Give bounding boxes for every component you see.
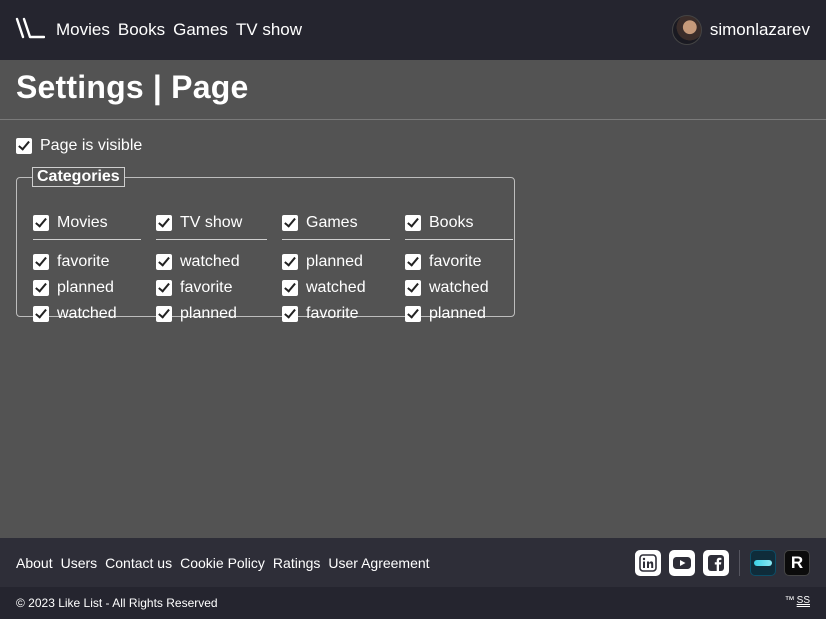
item-checkbox[interactable]	[282, 280, 298, 296]
list-item[interactable]: watched	[282, 275, 366, 301]
item-checkbox[interactable]	[33, 254, 49, 270]
item-checkbox[interactable]	[282, 306, 298, 322]
divider	[405, 239, 513, 240]
page-visible-toggle[interactable]: Page is visible	[16, 137, 142, 155]
item-label: watched	[429, 279, 489, 296]
category-label-books: Books	[429, 214, 474, 231]
categories-legend: Categories	[32, 167, 125, 187]
item-label: favorite	[306, 305, 359, 322]
tv-service-icon[interactable]	[750, 550, 776, 576]
category-column-games: Games planned watched favorite	[282, 214, 390, 322]
category-checkbox-games[interactable]	[282, 215, 298, 231]
list-item[interactable]: watched	[156, 249, 240, 275]
copyright-bar: © 2023 Like List - All Rights Reserved ™…	[0, 587, 826, 619]
category-items-games: planned watched favorite	[282, 249, 366, 327]
category-checkbox-books[interactable]	[405, 215, 421, 231]
item-label: favorite	[429, 253, 482, 270]
r-service-icon[interactable]: R	[784, 550, 810, 576]
footer-link-about[interactable]: About	[16, 555, 53, 571]
category-header-tv-show[interactable]: TV show	[156, 214, 242, 232]
nav-movies[interactable]: Movies	[56, 20, 110, 40]
item-label: favorite	[57, 253, 110, 270]
category-items-tv-show: watched favorite planned	[156, 249, 240, 327]
item-checkbox[interactable]	[33, 306, 49, 322]
item-label: watched	[306, 279, 366, 296]
footer-link-cookie-policy[interactable]: Cookie Policy	[180, 555, 265, 571]
nav-books[interactable]: Books	[118, 20, 165, 40]
category-label-movies: Movies	[57, 214, 108, 231]
page-visible-label: Page is visible	[40, 137, 143, 154]
category-items-movies: favorite planned watched	[33, 249, 117, 327]
footer: About Users Contact us Cookie Policy Rat…	[0, 538, 826, 587]
avatar[interactable]	[671, 15, 702, 45]
main-nav: Movies Books Games TV show	[56, 20, 302, 40]
category-header-games[interactable]: Games	[282, 214, 358, 232]
list-item[interactable]: planned	[282, 249, 366, 275]
list-item[interactable]: favorite	[282, 301, 366, 327]
nav-games[interactable]: Games	[173, 20, 228, 40]
item-label: watched	[180, 253, 240, 270]
category-column-books: Books favorite watched planned	[405, 214, 513, 322]
category-column-movies: Movies favorite planned watched	[33, 214, 141, 322]
copyright-text: © 2023 Like List - All Rights Reserved	[16, 596, 218, 610]
item-label: planned	[180, 305, 237, 322]
list-item[interactable]: planned	[33, 275, 117, 301]
youtube-icon[interactable]	[669, 550, 695, 576]
divider	[33, 239, 141, 240]
category-column-tv-show: TV show watched favorite planned	[156, 214, 267, 322]
trademark-mark: ™ SS	[785, 595, 810, 606]
footer-link-users[interactable]: Users	[61, 555, 98, 571]
footer-link-user-agreement[interactable]: User Agreement	[328, 555, 429, 571]
list-item[interactable]: favorite	[156, 275, 240, 301]
categories-fieldset: Categories Movies favorite planned watch…	[16, 167, 515, 322]
page-header: Settings | Page	[0, 60, 826, 120]
item-checkbox[interactable]	[156, 280, 172, 296]
item-checkbox[interactable]	[156, 254, 172, 270]
footer-links: About Users Contact us Cookie Policy Rat…	[16, 555, 430, 571]
item-checkbox[interactable]	[405, 280, 421, 296]
linkedin-icon[interactable]	[635, 550, 661, 576]
list-item[interactable]: planned	[156, 301, 240, 327]
list-item[interactable]: favorite	[405, 249, 489, 275]
category-checkbox-movies[interactable]	[33, 215, 49, 231]
category-label-tv-show: TV show	[180, 214, 243, 231]
item-label: planned	[306, 253, 363, 270]
item-checkbox[interactable]	[405, 254, 421, 270]
list-item[interactable]: favorite	[33, 249, 117, 275]
category-header-movies[interactable]: Movies	[33, 214, 108, 232]
category-checkbox-tv-show[interactable]	[156, 215, 172, 231]
divider	[156, 239, 267, 240]
item-checkbox[interactable]	[156, 306, 172, 322]
footer-link-ratings[interactable]: Ratings	[273, 555, 320, 571]
top-navbar: Movies Books Games TV show simonlazarev	[0, 0, 826, 60]
list-item[interactable]: watched	[405, 275, 489, 301]
category-items-books: favorite watched planned	[405, 249, 489, 327]
list-item[interactable]: planned	[405, 301, 489, 327]
page-title: Settings | Page	[16, 69, 249, 105]
facebook-icon[interactable]	[703, 550, 729, 576]
footer-link-contact[interactable]: Contact us	[105, 555, 172, 571]
tm-symbol: ™	[784, 595, 795, 606]
item-checkbox[interactable]	[282, 254, 298, 270]
nav-tv-show[interactable]: TV show	[236, 20, 302, 40]
category-header-books[interactable]: Books	[405, 214, 473, 232]
username[interactable]: simonlazarev	[710, 20, 810, 40]
item-label: planned	[429, 305, 486, 322]
divider	[282, 239, 390, 240]
category-label-games: Games	[306, 214, 358, 231]
item-checkbox[interactable]	[33, 280, 49, 296]
item-label: planned	[57, 279, 114, 296]
logo-icon[interactable]	[15, 17, 45, 39]
tm-mark-text: SS	[796, 595, 810, 606]
item-label: favorite	[180, 279, 233, 296]
item-label: watched	[57, 305, 117, 322]
user-menu[interactable]: simonlazarev	[671, 15, 810, 45]
divider	[739, 550, 740, 576]
social-links: R	[635, 550, 810, 576]
page-visible-checkbox[interactable]	[16, 138, 32, 154]
item-checkbox[interactable]	[405, 306, 421, 322]
list-item[interactable]: watched	[33, 301, 117, 327]
